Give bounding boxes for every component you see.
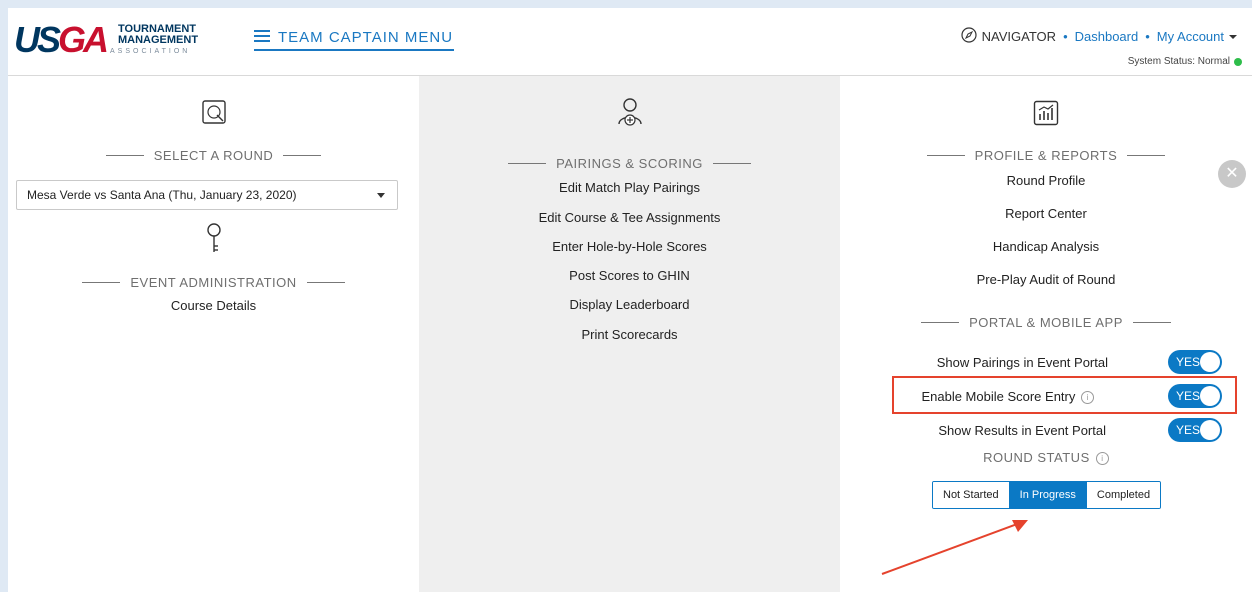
add-user-icon: [617, 98, 642, 126]
page-frame: USGA TOURNAMENT MANAGEMENT ASSOCIATION T…: [8, 8, 1252, 592]
top-navigation: NAVIGATOR • Dashboard • My Account: [960, 26, 1238, 47]
status-in-progress-button[interactable]: In Progress: [1008, 482, 1087, 508]
enter-hole-scores-link[interactable]: Enter Hole-by-Hole Scores: [419, 239, 840, 254]
middle-column: PAIRINGS & SCORING Edit Match Play Pairi…: [419, 76, 840, 592]
reports-icon-wrap: [840, 100, 1252, 126]
round-status-title: ROUND STATUS i: [840, 450, 1252, 466]
nav-separator: •: [1063, 29, 1068, 44]
print-scorecards-link[interactable]: Print Scorecards: [419, 327, 840, 342]
system-status-text: System Status: Normal: [1127, 56, 1230, 67]
left-column: SELECT A ROUND Mesa Verde vs Santa Ana (…: [8, 76, 419, 592]
round-status-segmented-control: Not Started In Progress Completed: [932, 481, 1162, 509]
round-profile-link[interactable]: Round Profile: [840, 173, 1252, 188]
toggle-label: Show Results in Event Portal: [938, 423, 1106, 438]
pairings-scoring-title: PAIRINGS & SCORING: [419, 156, 840, 171]
dashboard-link[interactable]: Dashboard: [1075, 29, 1139, 44]
toggle-knob: [1200, 352, 1220, 372]
round-icon-wrap: [8, 99, 419, 125]
toggle-value: YES: [1176, 423, 1201, 437]
chevron-down-icon[interactable]: [1228, 29, 1238, 44]
logo-mark: USGA: [14, 19, 109, 60]
edit-match-play-pairings-link[interactable]: Edit Match Play Pairings: [419, 180, 840, 195]
caret-down-icon: [377, 193, 385, 198]
status-dot-icon: [1234, 57, 1242, 66]
hamburger-icon: [254, 29, 270, 46]
my-account-link[interactable]: My Account: [1157, 29, 1224, 44]
toggle-row-pairings: Show Pairings in Event Portal YES: [840, 350, 1252, 376]
usga-logo[interactable]: USGA TOURNAMENT MANAGEMENT ASSOCIATION: [14, 22, 204, 62]
show-pairings-toggle[interactable]: YES: [1168, 350, 1222, 374]
navigator-label[interactable]: NAVIGATOR: [982, 29, 1056, 44]
logo-line3: ASSOCIATION: [110, 48, 191, 55]
profile-reports-title: PROFILE & REPORTS: [840, 148, 1252, 163]
toggle-knob: [1200, 420, 1220, 440]
system-status: System Status: Normal: [1128, 56, 1242, 67]
report-center-link[interactable]: Report Center: [840, 206, 1252, 221]
course-details-link[interactable]: Course Details: [8, 298, 419, 313]
pairings-icon-wrap: [419, 96, 840, 130]
round-select-value: Mesa Verde vs Santa Ana (Thu, January 23…: [27, 188, 297, 202]
post-scores-ghin-link[interactable]: Post Scores to GHIN: [419, 268, 840, 283]
info-icon[interactable]: i: [1095, 452, 1109, 466]
toggle-label: Show Pairings in Event Portal: [936, 355, 1108, 370]
chart-report-icon: [1033, 100, 1059, 126]
event-admin-title: EVENT ADMINISTRATION: [8, 275, 419, 290]
round-select-dropdown[interactable]: Mesa Verde vs Santa Ana (Thu, January 23…: [16, 180, 398, 210]
annotation-arrow: [881, 520, 1028, 575]
status-not-started-button[interactable]: Not Started: [933, 482, 1009, 508]
compass-icon: [960, 26, 978, 47]
handicap-analysis-link[interactable]: Handicap Analysis: [840, 239, 1252, 254]
annotation-highlight-box: [892, 376, 1237, 414]
top-header: USGA TOURNAMENT MANAGEMENT ASSOCIATION T…: [8, 8, 1252, 76]
status-completed-button[interactable]: Completed: [1086, 482, 1161, 508]
portal-mobile-title: PORTAL & MOBILE APP: [840, 315, 1252, 330]
key-icon: [206, 223, 221, 252]
toggle-value: YES: [1176, 355, 1201, 369]
menu-label: TEAM CAPTAIN MENU: [278, 28, 454, 46]
admin-icon-wrap: [8, 222, 419, 256]
team-captain-menu-button[interactable]: TEAM CAPTAIN MENU: [254, 25, 454, 51]
logo-line2: MANAGEMENT: [118, 34, 199, 46]
nav-separator: •: [1145, 29, 1150, 44]
display-leaderboard-link[interactable]: Display Leaderboard: [419, 297, 840, 312]
golf-ball-icon: [201, 100, 226, 124]
pre-play-audit-link[interactable]: Pre-Play Audit of Round: [840, 272, 1252, 287]
edit-course-tee-link[interactable]: Edit Course & Tee Assignments: [419, 210, 840, 225]
show-results-toggle[interactable]: YES: [1168, 418, 1222, 442]
close-icon[interactable]: ✕: [1218, 160, 1246, 188]
select-round-title: SELECT A ROUND: [8, 148, 419, 163]
toggle-row-results: Show Results in Event Portal YES: [840, 418, 1252, 444]
